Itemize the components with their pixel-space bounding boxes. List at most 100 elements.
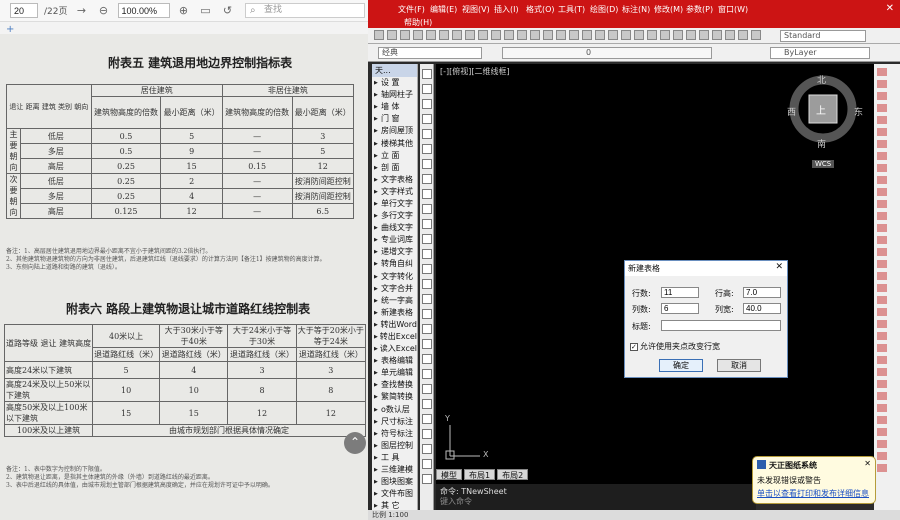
- panel-item[interactable]: ▶ 统一字高: [372, 295, 417, 307]
- panel-item[interactable]: ▶ 单元编辑: [372, 367, 417, 379]
- draw-tool-icon[interactable]: [422, 474, 432, 484]
- panel-item[interactable]: ▶ 多行文字: [372, 210, 417, 222]
- cols-field[interactable]: [661, 303, 699, 314]
- menu-item-0[interactable]: 文件(F): [398, 4, 430, 15]
- draw-tool-icon[interactable]: [422, 84, 432, 94]
- toolbar-icon[interactable]: [556, 30, 566, 40]
- panel-item[interactable]: ▶ 查找替换: [372, 379, 417, 391]
- page-input[interactable]: [10, 3, 38, 18]
- modify-tool-icon[interactable]: [877, 104, 887, 112]
- draw-tool-icon[interactable]: [422, 414, 432, 424]
- panel-item[interactable]: ▶ 设 置: [372, 77, 417, 89]
- modify-tool-icon[interactable]: [877, 140, 887, 148]
- toolbar-icon[interactable]: [426, 30, 436, 40]
- draw-tool-icon[interactable]: [422, 234, 432, 244]
- modify-tool-icon[interactable]: [877, 68, 887, 76]
- panel-item[interactable]: ▶ 楼梯其他: [372, 137, 417, 149]
- draw-tool-icon[interactable]: [422, 219, 432, 229]
- toolbar-icon[interactable]: [400, 30, 410, 40]
- modify-tool-icon[interactable]: [877, 464, 887, 472]
- toolbar-icon[interactable]: [634, 30, 644, 40]
- modify-tool-icon[interactable]: [877, 128, 887, 136]
- zoom-in-icon[interactable]: ⊕: [176, 3, 192, 19]
- draw-tool-icon[interactable]: [422, 294, 432, 304]
- panel-item[interactable]: ▶ 转出Word: [372, 319, 417, 331]
- menu-item-9[interactable]: 参数(P): [686, 4, 718, 15]
- draw-tool-icon[interactable]: [422, 459, 432, 469]
- draw-tool-icon[interactable]: [422, 399, 432, 409]
- text-style-select[interactable]: Standard: [780, 30, 866, 42]
- toolbar-icon[interactable]: [751, 30, 761, 40]
- draw-tool-icon[interactable]: [422, 384, 432, 394]
- toolbar-icon[interactable]: [452, 30, 462, 40]
- workspace-select[interactable]: 经典: [378, 47, 482, 59]
- panel-item[interactable]: ▶ 递增文字: [372, 246, 417, 258]
- menu-item-1[interactable]: 编辑(E): [430, 4, 462, 15]
- panel-item[interactable]: ▶ 符号标注: [372, 428, 417, 440]
- draw-tool-icon[interactable]: [422, 369, 432, 379]
- drawing-viewport[interactable]: [-][俯视][二维线框] 北 南 东 西 上 WCS Y X 新建表格 ✕ 行…: [436, 64, 874, 484]
- modify-tool-icon[interactable]: [877, 416, 887, 424]
- caption-field[interactable]: [661, 320, 781, 331]
- modify-tool-icon[interactable]: [877, 344, 887, 352]
- menu-item-7[interactable]: 标注(N): [622, 4, 654, 15]
- panel-item[interactable]: ▶ 文字样式: [372, 186, 417, 198]
- zoom-out-icon[interactable]: ⊖: [96, 3, 112, 19]
- draw-tool-icon[interactable]: [422, 354, 432, 364]
- modify-tool-icon[interactable]: [877, 212, 887, 220]
- modify-tool-icon[interactable]: [877, 152, 887, 160]
- panel-item[interactable]: ▶ 轴网柱子: [372, 89, 417, 101]
- panel-item[interactable]: ▶ 文字合并: [372, 283, 417, 295]
- modify-tool-icon[interactable]: [877, 296, 887, 304]
- modify-tool-icon[interactable]: [877, 92, 887, 100]
- toolbar-icon[interactable]: [686, 30, 696, 40]
- panel-item[interactable]: ▶ o数认层: [372, 404, 417, 416]
- toolbar-icon[interactable]: [413, 30, 423, 40]
- modify-tool-icon[interactable]: [877, 320, 887, 328]
- rows-field[interactable]: [661, 287, 699, 298]
- toolbar-icon[interactable]: [374, 30, 384, 40]
- checkbox-box[interactable]: ✓: [630, 342, 638, 351]
- panel-item[interactable]: ▶ 图块图案: [372, 476, 417, 488]
- menu-item-3[interactable]: 插入(I): [494, 4, 526, 15]
- draw-tool-icon[interactable]: [422, 264, 432, 274]
- toolbar-icon[interactable]: [608, 30, 618, 40]
- panel-item[interactable]: ▶ 转角自纠: [372, 258, 417, 270]
- panel-item[interactable]: ▶ 剖 面: [372, 162, 417, 174]
- draw-tool-icon[interactable]: [422, 114, 432, 124]
- panel-item[interactable]: ▶ 文字表格: [372, 174, 417, 186]
- modify-tool-icon[interactable]: [877, 188, 887, 196]
- draw-tool-icon[interactable]: [422, 279, 432, 289]
- toolbar-icon[interactable]: [387, 30, 397, 40]
- modify-tool-icon[interactable]: [877, 356, 887, 364]
- toolbar-icon[interactable]: [660, 30, 670, 40]
- modify-tool-icon[interactable]: [877, 116, 887, 124]
- draw-tool-icon[interactable]: [422, 324, 432, 334]
- toolbar-icon[interactable]: [699, 30, 709, 40]
- panel-item[interactable]: ▶ 专业词库: [372, 234, 417, 246]
- zoom-input[interactable]: [117, 3, 170, 18]
- row-height-field[interactable]: [743, 287, 781, 298]
- page-fit-icon[interactable]: ▭: [198, 3, 214, 19]
- toolbar-icon[interactable]: [478, 30, 488, 40]
- modify-tool-icon[interactable]: [877, 332, 887, 340]
- panel-item[interactable]: ▶ 单行文字: [372, 198, 417, 210]
- toolbar-icon[interactable]: [582, 30, 592, 40]
- toolbar-icon[interactable]: [595, 30, 605, 40]
- modify-tool-icon[interactable]: [877, 392, 887, 400]
- draw-tool-icon[interactable]: [422, 129, 432, 139]
- toolbar-icon[interactable]: [465, 30, 475, 40]
- toolbar-icon[interactable]: [738, 30, 748, 40]
- modify-tool-icon[interactable]: [877, 428, 887, 436]
- menu-item-5[interactable]: 工具(T): [558, 4, 590, 15]
- draw-tool-icon[interactable]: [422, 249, 432, 259]
- modify-tool-icon[interactable]: [877, 440, 887, 448]
- menu-item-10[interactable]: 窗口(W): [718, 4, 750, 15]
- panel-item[interactable]: ▶ 墙 体: [372, 101, 417, 113]
- panel-item[interactable]: ▶ 三维建模: [372, 464, 417, 476]
- panel-item[interactable]: ▶ 文件布图: [372, 488, 417, 500]
- modify-tool-icon[interactable]: [877, 368, 887, 376]
- panel-item[interactable]: ▶ 尺寸标注: [372, 416, 417, 428]
- tab-1[interactable]: 布局1: [464, 469, 496, 480]
- close-window-icon[interactable]: ✕: [886, 3, 894, 14]
